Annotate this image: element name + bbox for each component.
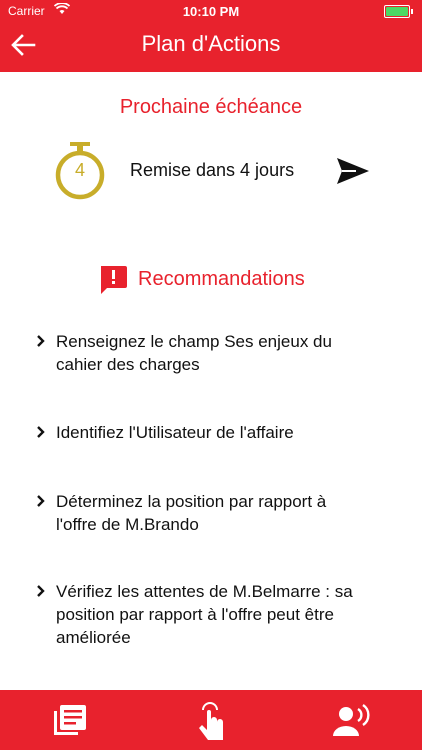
tab-voice[interactable] <box>312 690 392 750</box>
tab-list[interactable] <box>30 690 110 750</box>
timer-value: 4 <box>74 160 85 180</box>
touch-icon <box>199 702 223 740</box>
clock: 10:10 PM <box>182 4 240 19</box>
recommendations-heading: Recommandations <box>138 268 305 290</box>
item-line: améliorée <box>56 628 131 647</box>
recommendation-item[interactable]: Renseignez le champ Ses enjeux du cahier… <box>36 330 376 378</box>
item-line: Vérifiez les attentes de M.Belmarre : sa <box>56 582 353 601</box>
battery-icon <box>384 5 413 18</box>
send-icon[interactable] <box>336 157 370 185</box>
tab-bar <box>0 690 422 750</box>
recommendation-item[interactable]: Déterminez la position par rapport à l'o… <box>36 490 376 538</box>
recommendations-header: Recommandations <box>0 264 422 298</box>
chevron-right-icon <box>37 495 45 507</box>
chevron-right-icon <box>37 335 45 347</box>
item-line: Déterminez la position par rapport à <box>56 492 327 511</box>
app-header: Carrier 10:10 PM Plan d'Actions <box>0 0 422 72</box>
list-icon <box>54 705 86 735</box>
deadline-text: Remise dans 4 jours <box>130 160 295 180</box>
status-bar: Carrier 10:10 PM <box>0 0 422 22</box>
alert-bubble-icon <box>101 266 127 294</box>
deadline-row[interactable]: 4 Remise dans 4 jours <box>0 140 422 204</box>
item-line: position par rapport à l'offre peut être <box>56 605 334 624</box>
voice-icon <box>333 704 370 736</box>
deadline-heading: Prochaine échéance <box>119 96 303 118</box>
recommendation-item[interactable]: Identifiez l'Utilisateur de l'affaire <box>36 421 376 445</box>
item-line: cahier des charges <box>56 355 200 374</box>
page-title: Plan d'Actions <box>141 31 281 56</box>
tab-touch[interactable] <box>171 690 251 750</box>
item-line: Renseignez le champ Ses enjeux du <box>56 332 332 351</box>
item-line: l'offre de M.Brando <box>56 515 199 534</box>
item-line: Identifiez l'Utilisateur de l'affaire <box>56 423 294 442</box>
chevron-right-icon <box>37 426 45 438</box>
chevron-right-icon <box>37 585 45 597</box>
recommendation-item[interactable]: Vérifiez les attentes de M.Belmarre : sa… <box>36 580 376 650</box>
